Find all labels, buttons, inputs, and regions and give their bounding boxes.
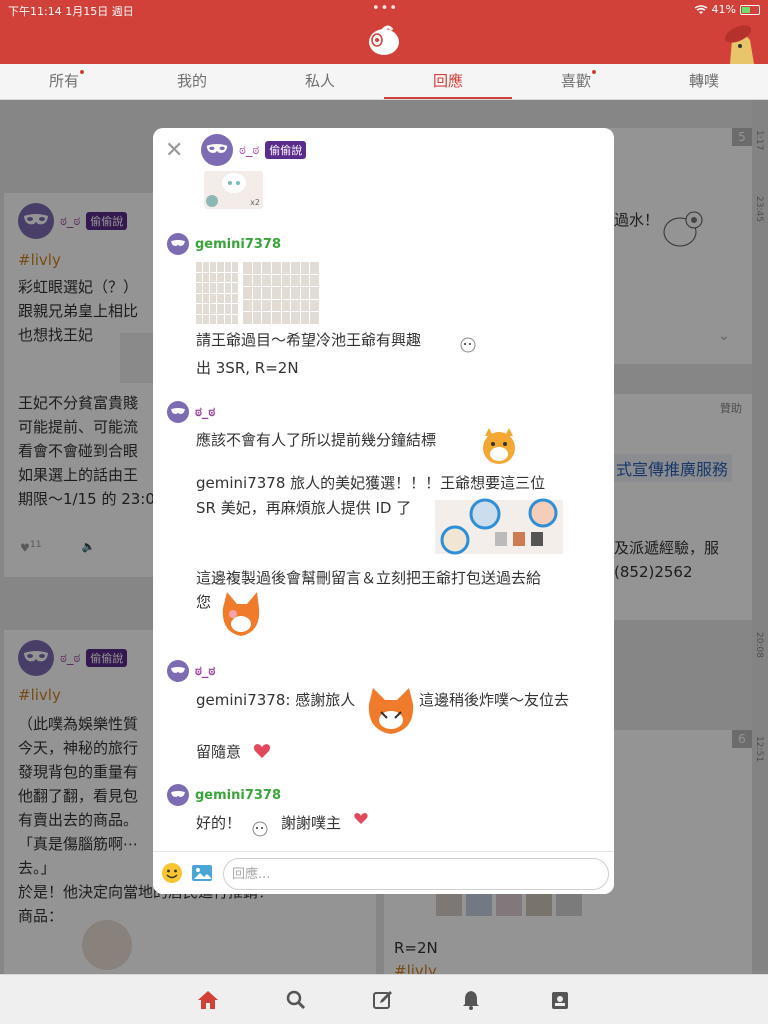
reply-input[interactable] bbox=[223, 858, 609, 890]
reply-text: 謝謝噗主 bbox=[281, 814, 342, 832]
tab-liked[interactable]: 喜歡 bbox=[512, 64, 640, 99]
reply-avatar[interactable] bbox=[167, 784, 189, 806]
item-collage-icon bbox=[435, 498, 563, 555]
reply-avatar[interactable] bbox=[167, 401, 189, 423]
modal-header: ಠ_ಠ 偷偷說 bbox=[201, 134, 307, 166]
tab-private[interactable]: 私人 bbox=[256, 64, 384, 99]
reply-header: gemini7378 bbox=[167, 233, 281, 255]
battery-percent: 41% bbox=[711, 3, 736, 16]
reply-header: gemini7378 bbox=[167, 784, 281, 806]
app-header bbox=[0, 20, 768, 64]
unread-dot bbox=[592, 70, 596, 74]
selected-items-image[interactable] bbox=[435, 498, 563, 556]
reply-composer bbox=[153, 851, 614, 894]
tab-responded[interactable]: 回應 bbox=[384, 64, 512, 99]
unread-dot bbox=[80, 70, 84, 74]
reply-text: 您 bbox=[196, 593, 212, 611]
reply-text: 出 3SR, R=2N bbox=[196, 359, 299, 377]
reply-username[interactable]: gemini7378 bbox=[195, 237, 281, 252]
tab-replurked[interactable]: 轉噗 bbox=[640, 64, 768, 99]
whisper-badge: 偷偷說 bbox=[265, 141, 307, 159]
close-icon[interactable]: ✕ bbox=[165, 138, 183, 163]
notification-bell-icon[interactable] bbox=[458, 987, 484, 1013]
reply-username[interactable]: ಠ_ಠ bbox=[195, 664, 215, 679]
wifi-icon bbox=[694, 4, 708, 14]
emoji-icon bbox=[459, 336, 477, 354]
reply-text: 留隨意 bbox=[196, 743, 242, 761]
item-count: x2 bbox=[250, 198, 260, 207]
reply-text: 這邊複製過後會幫刪留言＆立刻把王爺打包送過去給 bbox=[196, 569, 542, 587]
reply-text: gemini7378 旅人的美妃獲選！！！王爺想要這三位 bbox=[196, 474, 546, 492]
mascot-icon[interactable] bbox=[716, 20, 760, 64]
multitasking-dots-icon[interactable]: ••• bbox=[372, 1, 398, 16]
fox-sticker-icon bbox=[217, 590, 265, 640]
emoji-icon bbox=[251, 820, 269, 838]
reply-text: SR 美妃，再麻煩旅人提供 ID 了 bbox=[196, 499, 412, 517]
reply-header: ಠ_ಠ bbox=[167, 660, 215, 682]
reply-text: gemini7378: 感謝旅人 bbox=[196, 691, 356, 709]
heart-hand-icon bbox=[251, 740, 273, 762]
reply-text: 請王爺過目～希望冷池王爺有興趣 bbox=[196, 331, 422, 349]
bottom-nav bbox=[0, 974, 768, 1024]
reply-image[interactable] bbox=[196, 262, 238, 324]
plurk-response-modal: ✕ ಠ_ಠ 偷偷說 x2 gemini7378 請王爺過目～希望冷池王爺有興趣 … bbox=[153, 128, 614, 894]
reply-avatar[interactable] bbox=[167, 660, 189, 682]
fox-thanks-sticker-icon bbox=[365, 684, 417, 736]
item-thumbnail[interactable]: x2 bbox=[204, 171, 263, 209]
plurk-logo-icon[interactable] bbox=[366, 24, 402, 58]
tab-bar: 所有 我的 私人 回應 喜歡 轉噗 bbox=[0, 64, 768, 100]
home-icon[interactable] bbox=[195, 987, 221, 1013]
profile-card-icon[interactable] bbox=[547, 987, 573, 1013]
image-upload-icon[interactable] bbox=[191, 862, 213, 884]
cat-sticker-icon bbox=[477, 426, 521, 470]
poster-avatar[interactable] bbox=[201, 134, 233, 166]
status-time: 下午11:14 1月15日 週日 bbox=[8, 5, 134, 18]
tab-all[interactable]: 所有 bbox=[0, 64, 128, 99]
reply-header: ಠ_ಠ bbox=[167, 401, 215, 423]
compose-icon[interactable] bbox=[370, 987, 396, 1013]
reply-image[interactable] bbox=[243, 262, 319, 324]
reply-text: 應該不會有人了所以提前幾分鐘結標 bbox=[196, 431, 437, 449]
reply-text: 這邊稍後炸噗～友位去 bbox=[419, 691, 570, 709]
emoticon-picker-icon[interactable] bbox=[161, 862, 183, 884]
status-right: 41% bbox=[694, 3, 760, 16]
reply-text: 好的！ bbox=[196, 814, 242, 832]
battery-icon bbox=[740, 4, 760, 15]
reply-username[interactable]: gemini7378 bbox=[195, 788, 281, 803]
reply-username[interactable]: ಠ_ಠ bbox=[195, 405, 215, 420]
heart-icon bbox=[353, 810, 369, 826]
reply-avatar[interactable] bbox=[167, 233, 189, 255]
status-bar: 下午11:14 1月15日 週日 ••• 41% bbox=[0, 0, 768, 20]
mask-icon bbox=[206, 144, 228, 153]
search-icon[interactable] bbox=[283, 987, 309, 1013]
poster-username[interactable]: ಠ_ಠ bbox=[239, 143, 259, 158]
tab-mine[interactable]: 我的 bbox=[128, 64, 256, 99]
